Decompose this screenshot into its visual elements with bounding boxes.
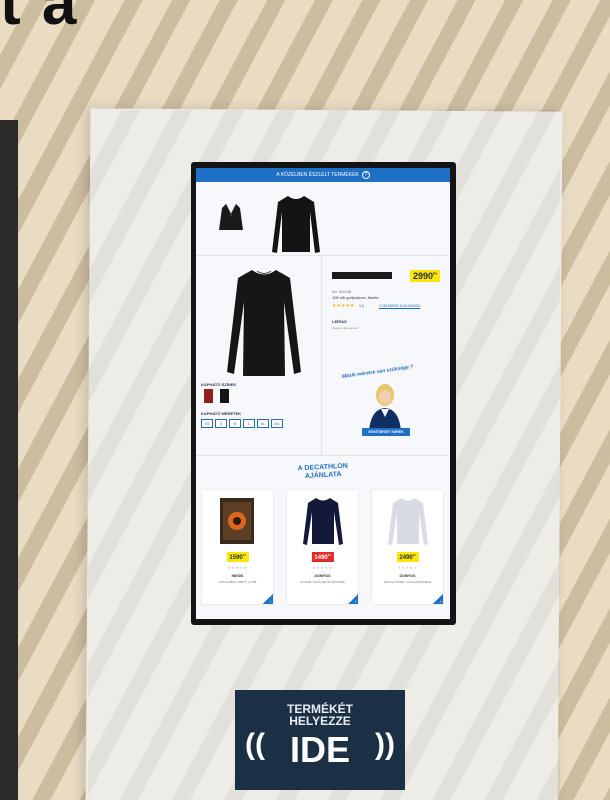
sizes-label: KAPHATÓ MÉRETEK bbox=[201, 411, 242, 416]
longsleeve-thumbnail[interactable] bbox=[270, 192, 322, 256]
size-option[interactable]: S bbox=[215, 419, 227, 428]
nfc-wave-right-icon: )) bbox=[375, 728, 395, 761]
product-detail: KAPHATÓ SZÍNEK KAPHATÓ MÉRETEK XS S M L … bbox=[196, 256, 450, 456]
overlay-text: t a bbox=[0, 0, 79, 38]
rec-name: NŐI PULÓVER, VILÁGOSSZÜRKE bbox=[383, 580, 432, 584]
rec-card[interactable]: 2490Ft ★★★★★ DOMYOS NŐI PULÓVER, VILÁGOS… bbox=[372, 490, 443, 604]
product-price: 2990Ft bbox=[410, 270, 440, 282]
rec-price: 2490Ft bbox=[396, 552, 419, 562]
recent-products bbox=[196, 182, 450, 256]
rec-price: 1490Ft bbox=[311, 552, 334, 562]
plus-icon: + bbox=[354, 599, 357, 604]
color-swatch-red[interactable] bbox=[204, 389, 213, 403]
rec-price: 1590Ft bbox=[226, 552, 249, 562]
size-option[interactable]: L bbox=[243, 419, 255, 428]
grey-sweater-image bbox=[388, 498, 428, 545]
size-option[interactable]: XL bbox=[257, 419, 269, 428]
recommendations-section: A DECATHLON AJÁNLATA 1590Ft ★★★★★ INESIS… bbox=[196, 456, 450, 619]
size-option[interactable]: XS bbox=[201, 419, 213, 428]
help-button[interactable]: SEGÍTSÉGET KÉREK bbox=[362, 428, 410, 436]
wall-edge bbox=[0, 120, 18, 800]
assistant-photo bbox=[369, 384, 401, 431]
product-name: 100 női golfpulóver, fekete bbox=[332, 295, 379, 300]
reviews-link[interactable]: 2 VÉLEMÉNY ELOLVASÁSA bbox=[379, 304, 420, 308]
color-swatch-black[interactable] bbox=[220, 389, 229, 403]
product-info-column: 2990Ft Ref. 8343438 100 női golfpulóver,… bbox=[322, 256, 450, 456]
navy-top-image bbox=[303, 498, 343, 545]
rec-brand: DOMYOS bbox=[314, 574, 331, 578]
size-option[interactable]: M bbox=[229, 419, 241, 428]
plus-icon: + bbox=[269, 599, 272, 604]
price-currency: Ft bbox=[433, 271, 437, 276]
brand-logo-bar bbox=[332, 272, 392, 279]
description-heading: LEÍRÁS bbox=[332, 319, 347, 324]
rec-name: HOSSZÚ UJJÚ FELSŐ NŐKNEK bbox=[300, 580, 345, 584]
rating-value: 4.6 bbox=[359, 304, 364, 308]
size-help-text: Másik méretre van szüksége ? bbox=[341, 364, 414, 380]
rec-stars: ★★★★★ bbox=[227, 565, 248, 570]
rec-stars: ★★★★★ bbox=[397, 565, 418, 570]
golf-ball-box-image bbox=[220, 498, 254, 544]
product-main-image bbox=[227, 270, 301, 376]
size-option[interactable]: 2XL bbox=[271, 419, 283, 428]
colors-label: KAPHATÓ SZÍNEK bbox=[201, 382, 237, 387]
nfc-title: TERMÉKÉT HELYEZZE bbox=[235, 703, 405, 727]
rec-card[interactable]: 1490Ft ★★★★★ DOMYOS HOSSZÚ UJJÚ FELSŐ NŐ… bbox=[287, 490, 358, 604]
product-ref: Ref. 8343438 bbox=[332, 290, 352, 294]
size-selector: XS S M L XL 2XL bbox=[201, 419, 283, 428]
rec-card[interactable]: 1590Ft ★★★★★ INESIS GOLFLABDA SZETT, 12 … bbox=[202, 490, 273, 604]
rec-brand: DOMYOS bbox=[399, 574, 416, 578]
price-value: 2990 bbox=[413, 271, 434, 281]
kiosk-screen: A KÖZELBEN ÉSZLELT TERMÉKEK ? KAPHATÓ SZ… bbox=[196, 168, 450, 619]
recommendations-title: A DECATHLON AJÁNLATA bbox=[196, 457, 450, 486]
screen-header: A KÖZELBEN ÉSZLELT TERMÉKEK ? bbox=[196, 168, 450, 182]
nfc-line2: HELYEZZE bbox=[289, 714, 351, 728]
rec-stars: ★★★★★ bbox=[312, 565, 333, 570]
header-title: A KÖZELBEN ÉSZLELT TERMÉKEK bbox=[276, 172, 359, 178]
info-icon[interactable]: ? bbox=[361, 171, 370, 179]
rating-stars: ★★★★★ bbox=[332, 303, 355, 309]
product-image-column: KAPHATÓ SZÍNEK KAPHATÓ MÉRETEK XS S M L … bbox=[196, 256, 322, 456]
nfc-reader-sign[interactable]: TERMÉKÉT HELYEZZE (( IDE )) bbox=[235, 690, 405, 790]
rec-name: GOLFLABDA SZETT, 12 DB bbox=[218, 580, 257, 584]
rec-brand: INESIS bbox=[231, 574, 244, 578]
plus-icon: + bbox=[439, 599, 442, 604]
sports-bra-thumbnail[interactable] bbox=[216, 200, 246, 240]
description-text: Hosszú ujjú pulóver bbox=[332, 326, 359, 330]
